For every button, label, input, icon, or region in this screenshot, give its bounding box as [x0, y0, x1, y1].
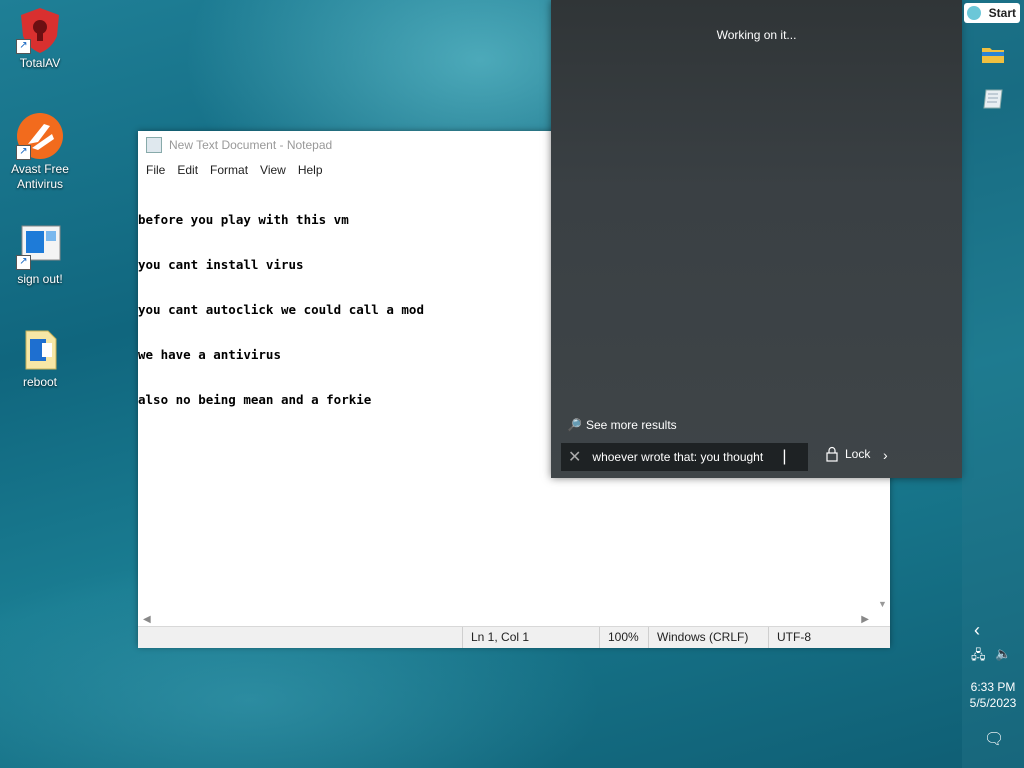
- menu-edit[interactable]: Edit: [171, 163, 204, 177]
- desktop-icon-sign-out[interactable]: ↗ sign out!: [1, 222, 79, 287]
- menu-file[interactable]: File: [140, 163, 171, 177]
- network-icon[interactable]: 🖧: [971, 646, 986, 668]
- search-icon: 🔎: [567, 418, 582, 432]
- signout-shortcut-icon: ↗: [16, 222, 64, 270]
- status-bar: Ln 1, Col 1 100% Windows (CRLF) UTF-8: [138, 626, 890, 648]
- avast-icon: ↗: [16, 112, 64, 160]
- volume-icon[interactable]: 🔈: [995, 646, 1011, 662]
- start-search-panel: Working on it... 🔎 See more results ✕ | …: [551, 0, 962, 478]
- totalav-shield-icon: ↗: [16, 6, 64, 54]
- search-input[interactable]: [592, 450, 783, 464]
- desktop-icon-avast[interactable]: ↗ Avast Free Antivirus: [1, 112, 79, 192]
- status-zoom: 100%: [599, 627, 654, 648]
- start-button[interactable]: Start: [964, 3, 1020, 23]
- status-position: Ln 1, Col 1: [462, 627, 601, 648]
- desktop-icon-totalav[interactable]: ↗ TotalAV: [1, 6, 79, 71]
- menu-help[interactable]: Help: [292, 163, 329, 177]
- status-line-ending: Windows (CRLF): [648, 627, 767, 648]
- desktop-icon-reboot[interactable]: reboot: [1, 325, 79, 390]
- menu-view[interactable]: View: [254, 163, 292, 177]
- desktop-icon-label: TotalAV: [19, 56, 61, 70]
- desktop-icon-label: sign out!: [17, 272, 63, 286]
- clock-date: 5/5/2023: [969, 696, 1017, 710]
- folder-icon: [982, 48, 1004, 63]
- menu-format[interactable]: Format: [204, 163, 254, 177]
- scroll-left-arrow-icon[interactable]: ◀: [143, 614, 151, 625]
- notepad-taskbar-icon: [983, 89, 1003, 109]
- status-encoding: UTF-8: [768, 627, 887, 648]
- desktop-icon-label: reboot: [22, 375, 58, 389]
- shortcut-arrow-icon: ↗: [16, 255, 31, 270]
- app-taskbar-button[interactable]: [978, 84, 1008, 114]
- lock-button[interactable]: Lock: [825, 446, 870, 462]
- start-label: Start: [988, 6, 1016, 20]
- shortcut-arrow-icon: ↗: [16, 39, 31, 54]
- scroll-right-arrow-icon[interactable]: ▶: [861, 614, 869, 625]
- see-more-results-link[interactable]: 🔎 See more results: [567, 418, 677, 432]
- scroll-down-arrow-icon[interactable]: ▼: [878, 599, 887, 609]
- chevron-left-icon[interactable]: ‹: [974, 620, 980, 641]
- lock-label: Lock: [845, 447, 871, 461]
- see-more-label: See more results: [585, 418, 677, 432]
- chevron-right-icon[interactable]: ›: [883, 447, 888, 463]
- taskbar: ‹ 🖧 🔈 6:33 PM 5/5/2023 🗨: [962, 0, 1024, 768]
- file-explorer-taskbar-button[interactable]: [978, 39, 1008, 69]
- lock-icon: [826, 446, 838, 462]
- clock-time: 6:33 PM: [970, 680, 1016, 694]
- notification-icon[interactable]: 🗨: [984, 729, 1004, 749]
- clock[interactable]: 6:33 PM 5/5/2023: [962, 679, 1024, 711]
- close-icon[interactable]: ✕: [568, 447, 581, 467]
- start-orb-icon: [967, 6, 981, 20]
- search-box[interactable]: ✕ |: [561, 443, 808, 471]
- desktop-icon-label: Avast Free Antivirus: [11, 162, 69, 191]
- reboot-file-icon: [16, 325, 64, 373]
- working-status-text: Working on it...: [716, 28, 797, 42]
- text-cursor: |: [782, 448, 787, 465]
- window-title: New Text Document - Notepad: [169, 138, 333, 152]
- shortcut-arrow-icon: ↗: [16, 145, 31, 160]
- notepad-app-icon: [146, 137, 162, 153]
